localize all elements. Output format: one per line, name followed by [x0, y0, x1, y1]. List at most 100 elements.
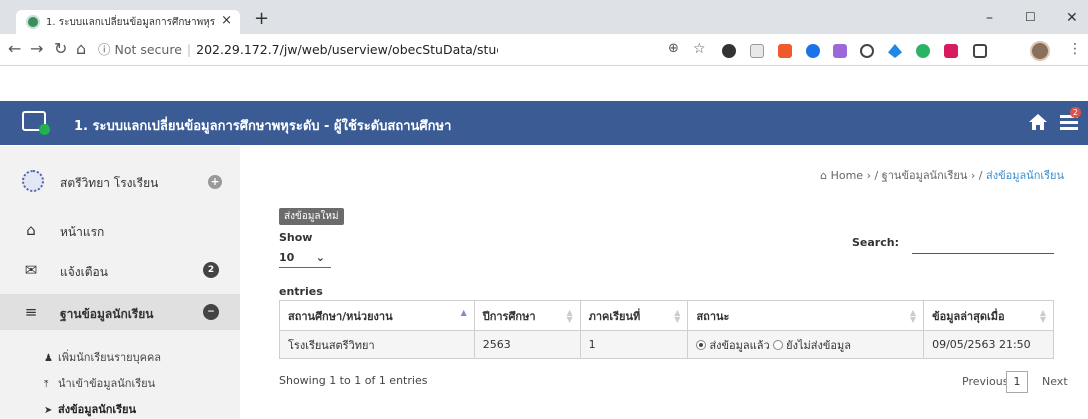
extension-gauge-icon[interactable]: [860, 44, 874, 58]
address-separator: |: [186, 42, 192, 57]
upload-icon: ⤒: [44, 379, 49, 390]
status-unsent-label: ยังไม่ส่งข้อมูล: [786, 338, 851, 352]
app-logo-icon[interactable]: [22, 111, 50, 135]
column-header-updated[interactable]: ข้อมูลล่าสุดเมื่อ ▲ ▼: [923, 300, 1054, 331]
sidebar-subitem-import-student[interactable]: ⤒ นำเข้าข้อมูลนักเรียน: [44, 374, 155, 392]
status-sent-label: ส่งข้อมูลแล้ว: [709, 338, 770, 352]
not-secure-label[interactable]: ⓘ Not secure: [98, 42, 182, 57]
subitem-label: ส่งข้อมูลนักเรียน: [58, 403, 137, 416]
app-title[interactable]: 1. ระบบแลกเปลี่ยนข้อมูลการศึกษาพหุระดับ …: [74, 115, 451, 136]
extension-arrow-icon[interactable]: [888, 44, 902, 58]
column-header-year[interactable]: ปีการศึกษา ▲ ▼: [473, 300, 581, 331]
home-icon: ⌂: [26, 221, 36, 239]
column-header-status[interactable]: สถานะ ▲ ▼: [687, 300, 925, 331]
minimize-icon[interactable]: –: [986, 10, 993, 26]
extension-blue-icon[interactable]: [806, 44, 820, 58]
profile-avatar[interactable]: [1030, 41, 1050, 61]
cell-status: ส่งข้อมูลแล้ว ยังไม่ส่งข้อมูล: [687, 330, 925, 359]
extension-green-icon[interactable]: [916, 44, 930, 58]
close-window-icon[interactable]: ✕: [1066, 10, 1078, 26]
column-header-term[interactable]: ภาคเรียนที่ ▲ ▼: [579, 300, 689, 331]
sidebar-item-label: ฐานข้อมูลนักเรียน: [60, 307, 154, 321]
extension-pink-icon[interactable]: [944, 44, 958, 58]
extension-sc-icon[interactable]: [778, 44, 792, 58]
send-icon: ➤: [44, 405, 53, 416]
sort-icon: ▲ ▼: [909, 308, 917, 324]
next-page-button[interactable]: Next: [1042, 371, 1068, 393]
extension-purple-icon[interactable]: [833, 44, 847, 58]
reload-icon[interactable]: ↻: [54, 40, 67, 58]
send-new-data-button[interactable]: ส่งข้อมูลใหม่: [279, 208, 344, 225]
browser-tab-strip: 1. ระบบแลกเปลี่ยนข้อมูลการศึกษาพหุร × + …: [0, 0, 1088, 34]
entries-label: entries: [279, 285, 323, 298]
tab-close-icon[interactable]: ×: [221, 13, 232, 28]
browser-menu-icon[interactable]: ⋮: [1068, 41, 1082, 57]
maximize-icon[interactable]: ☐: [1025, 10, 1036, 24]
forward-arrow-icon[interactable]: →: [30, 40, 43, 58]
column-header-school[interactable]: สถานศึกษา/หน่วยงาน ▲: [279, 300, 475, 331]
breadcrumb-student-database[interactable]: ฐานข้อมูลนักเรียน: [882, 169, 968, 182]
url-text: 202.29.172.7/jw/web/userview/obecStuData…: [196, 42, 498, 57]
tasks-icon[interactable]: 2: [1058, 107, 1081, 133]
sidebar-item-label: แจ้งเตือน: [60, 265, 108, 279]
table-info: Showing 1 to 1 of 1 entries: [279, 374, 428, 387]
sidebar-item-home[interactable]: ⌂ หน้าแรก: [0, 212, 240, 248]
database-icon: ≡: [24, 303, 38, 321]
back-arrow-icon[interactable]: ←: [8, 40, 21, 58]
search-input[interactable]: [912, 234, 1054, 254]
school-logo-icon: [22, 170, 44, 192]
sort-icon: ▲ ▼: [566, 308, 573, 324]
chevron-down-icon: ⌄: [315, 251, 325, 264]
cell-term: 1: [579, 330, 689, 359]
breadcrumb-separator: › /: [866, 169, 879, 182]
sort-icon: ▲ ▼: [674, 308, 681, 324]
search-label: Search:: [852, 236, 899, 249]
subitem-label: นำเข้าข้อมูลนักเรียน: [58, 377, 156, 390]
school-expand-icon[interactable]: +: [208, 175, 222, 189]
home-icon[interactable]: [1028, 112, 1048, 132]
sidebar-subitem-send-student[interactable]: ➤ ส่งข้อมูลนักเรียน: [44, 400, 136, 418]
tasks-badge: 2: [1069, 107, 1081, 118]
tab-title: 1. ระบบแลกเปลี่ยนข้อมูลการศึกษาพหุร: [46, 17, 216, 28]
sort-icon: ▲ ▼: [1039, 308, 1046, 324]
page-size-value: 10: [279, 251, 295, 264]
browser-tab[interactable]: 1. ระบบแลกเปลี่ยนข้อมูลการศึกษาพหุร ×: [16, 10, 240, 34]
home-browser-icon[interactable]: ⌂: [76, 40, 86, 58]
sidebar: สตรีวิทยา โรงเรียน + ⌂ หน้าแรก ✉ แจ้งเตื…: [0, 146, 240, 419]
envelope-icon: ✉: [24, 261, 38, 279]
status-unsent-radio[interactable]: [773, 339, 784, 350]
breadcrumb: ⌂ Home › / ฐานข้อมูลนักเรียน › / ส่งข้อม…: [820, 166, 1064, 184]
breadcrumb-home[interactable]: Home: [831, 169, 863, 182]
status-sent-radio[interactable]: [696, 339, 707, 350]
page-size-select[interactable]: 10 ⌄: [279, 248, 331, 268]
school-profile[interactable]: สตรีวิทยา โรงเรียน +: [0, 146, 240, 212]
extension-doc-icon[interactable]: [750, 44, 764, 58]
site-favicon-icon: [26, 15, 40, 29]
extension-icon[interactable]: [722, 44, 736, 58]
sidebar-subitem-add-student[interactable]: ♟ เพิ่มนักเรียนรายบุคคล: [44, 348, 161, 366]
home-icon: ⌂: [820, 169, 828, 182]
previous-page-button[interactable]: Previous: [962, 371, 1009, 393]
show-label: Show: [279, 231, 313, 244]
cell-updated: 09/05/2563 21:50: [923, 330, 1054, 359]
add-user-icon: ♟: [44, 353, 53, 364]
bookmark-star-icon[interactable]: ☆: [693, 40, 706, 58]
notification-count-badge: 2: [203, 262, 219, 278]
school-name: สตรีวิทยา โรงเรียน: [60, 176, 159, 190]
new-tab-button[interactable]: +: [254, 10, 269, 28]
table-row: โรงเรียนสตรีวิทยา 2563 1 ส่งข้อมูลแล้ว ย…: [279, 330, 1054, 359]
sidebar-item-notifications[interactable]: ✉ แจ้งเตือน 2: [0, 252, 240, 288]
sidebar-item-label: หน้าแรก: [60, 225, 105, 239]
zoom-icon[interactable]: ⊕: [668, 40, 679, 58]
collapse-icon[interactable]: −: [203, 304, 219, 320]
cell-school: โรงเรียนสตรีวิทยา: [279, 330, 475, 359]
sidebar-item-student-database[interactable]: ≡ ฐานข้อมูลนักเรียน −: [0, 294, 240, 330]
address-bar[interactable]: ⓘ Not secure | 202.29.172.7/jw/web/uservie…: [98, 38, 498, 62]
cell-year: 2563: [473, 330, 581, 359]
app-header: 1. ระบบแลกเปลี่ยนข้อมูลการศึกษาพหุระดับ …: [0, 101, 1088, 145]
extension-grid-icon[interactable]: [973, 44, 987, 58]
page-number-button[interactable]: 1: [1006, 371, 1028, 393]
table-header-row: สถานศึกษา/หน่วยงาน ▲ ปีการศึกษา ▲ ▼ ภาคเรีย…: [279, 300, 1054, 331]
browser-toolbar: ← → ↻ ⌂ ⓘ Not secure | 202.29.172.7/jw/web…: [0, 34, 1088, 66]
breadcrumb-separator: › /: [970, 169, 983, 182]
